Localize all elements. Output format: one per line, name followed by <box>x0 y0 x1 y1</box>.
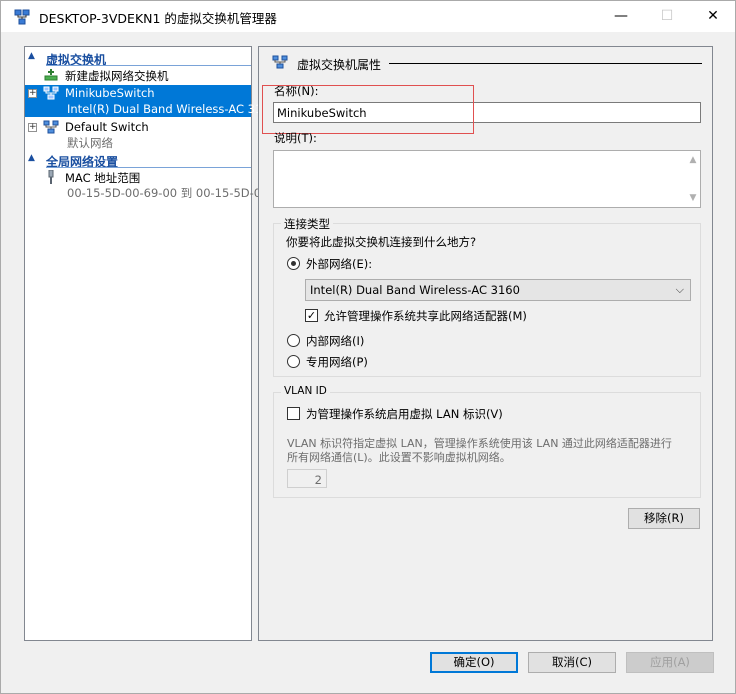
close-button[interactable]: ✕ <box>690 1 736 32</box>
scroll-up-icon[interactable]: ▲ <box>686 153 700 167</box>
switch-icon <box>43 86 59 100</box>
connection-type-title: 连接类型 <box>281 216 333 232</box>
minimize-button[interactable]: — <box>598 1 644 32</box>
private-network-radio[interactable] <box>287 355 300 368</box>
allow-share-checkbox[interactable]: ✓ <box>305 309 318 322</box>
internal-network-radio[interactable] <box>287 334 300 347</box>
vlan-group-title: VLAN ID <box>281 385 330 397</box>
connection-type-group: 连接类型 你要将此虚拟交换机连接到什么地方? 外部网络(E): Intel(R)… <box>273 216 701 377</box>
adapter-dropdown[interactable]: Intel(R) Dual Band Wireless-AC 3160 ⌵ <box>305 279 691 301</box>
chevron-down-icon: ⌵ <box>675 283 684 296</box>
remove-button[interactable]: 移除(R) <box>628 508 700 529</box>
mac-range-label: MAC 地址范围 <box>65 171 141 185</box>
new-switch-label: 新建虚拟网络交换机 <box>65 69 169 83</box>
vlan-enable-label[interactable]: 为管理操作系统启用虚拟 LAN 标识(V) <box>306 406 503 422</box>
window-title: DESKTOP-3VDEKN1 的虚拟交换机管理器 <box>39 11 277 26</box>
description-label: 说明(T): <box>274 131 317 145</box>
external-network-label[interactable]: 外部网络(E): <box>306 256 372 272</box>
header-divider <box>46 167 251 168</box>
description-field[interactable]: ▲ ▼ <box>273 150 701 208</box>
switch-network-type: 默认网络 <box>67 136 113 150</box>
tree-header-switches[interactable]: ▲ 虚拟交换机 <box>25 50 251 67</box>
vlan-id-field: 2 <box>287 469 327 488</box>
switch-icon <box>43 120 59 134</box>
ok-button[interactable]: 确定(O) <box>430 652 518 673</box>
switch-name: Default Switch <box>65 120 149 134</box>
connection-question: 你要将此虚拟交换机连接到什么地方? <box>286 235 477 249</box>
expand-icon[interactable]: + <box>28 123 37 132</box>
mac-range-value: 00-15-5D-00-69-00 到 00-15-5D-0... <box>67 186 273 200</box>
internal-network-label[interactable]: 内部网络(I) <box>306 333 364 349</box>
vlan-group: VLAN ID 为管理操作系统启用虚拟 LAN 标识(V) VLAN 标识符指定… <box>273 385 701 498</box>
description-scrollbar[interactable]: ▲ ▼ <box>686 151 700 207</box>
private-network-label[interactable]: 专用网络(P) <box>306 354 368 370</box>
switch-properties-panel: 虚拟交换机属性 名称(N): MinikubeSwitch 说明(T): ▲ ▼… <box>258 46 713 641</box>
allow-share-label[interactable]: 允许管理操作系统共享此网络适配器(M) <box>324 308 527 324</box>
header-divider <box>46 65 251 66</box>
tree-item-mac-range[interactable]: MAC 地址范围 00-15-5D-00-69-00 到 00-15-5D-0.… <box>25 169 272 201</box>
network-cable-icon <box>48 170 54 184</box>
tree-header-global[interactable]: ▲ 全局网络设置 <box>25 152 251 169</box>
scroll-down-icon[interactable]: ▼ <box>686 191 700 205</box>
network-manager-icon <box>14 9 30 25</box>
collapse-icon[interactable]: ▲ <box>28 51 35 61</box>
tree-item-default-switch[interactable]: + Default Switch 默认网络 <box>25 119 251 151</box>
expand-icon[interactable]: + <box>28 89 37 98</box>
switch-tree: ▲ 虚拟交换机 新建虚拟网络交换机 + MinikubeSwitch Intel… <box>24 46 277 641</box>
switch-adapter: Intel(R) Dual Band Wireless-AC 3160 <box>67 102 277 116</box>
add-switch-icon <box>44 69 58 81</box>
external-network-radio[interactable] <box>287 257 300 270</box>
section-divider <box>389 63 702 64</box>
title-bar: DESKTOP-3VDEKN1 的虚拟交换机管理器 — ☐ ✕ <box>1 1 735 32</box>
maximize-button: ☐ <box>660 8 674 24</box>
tree-item-new-switch[interactable]: 新建虚拟网络交换机 <box>25 67 251 84</box>
switch-name: MinikubeSwitch <box>65 86 155 100</box>
collapse-icon[interactable]: ▲ <box>28 153 35 163</box>
section-title: 虚拟交换机属性 <box>297 58 382 72</box>
cancel-button[interactable]: 取消(C) <box>528 652 616 673</box>
switch-manager-window: DESKTOP-3VDEKN1 的虚拟交换机管理器 — ☐ ✕ ▲ 虚拟交换机 … <box>0 0 736 694</box>
apply-button: 应用(A) <box>626 652 714 673</box>
tree-item-minikube-switch[interactable]: + MinikubeSwitch Intel(R) Dual Band Wire… <box>25 85 277 117</box>
switch-icon <box>272 55 288 69</box>
adapter-selected: Intel(R) Dual Band Wireless-AC 3160 <box>310 283 520 297</box>
vlan-enable-checkbox[interactable] <box>287 407 300 420</box>
highlight-box <box>262 85 474 134</box>
vlan-description-line2: 所有网络通信(L)。此设置不影响虚拟机网络。 <box>287 451 511 464</box>
